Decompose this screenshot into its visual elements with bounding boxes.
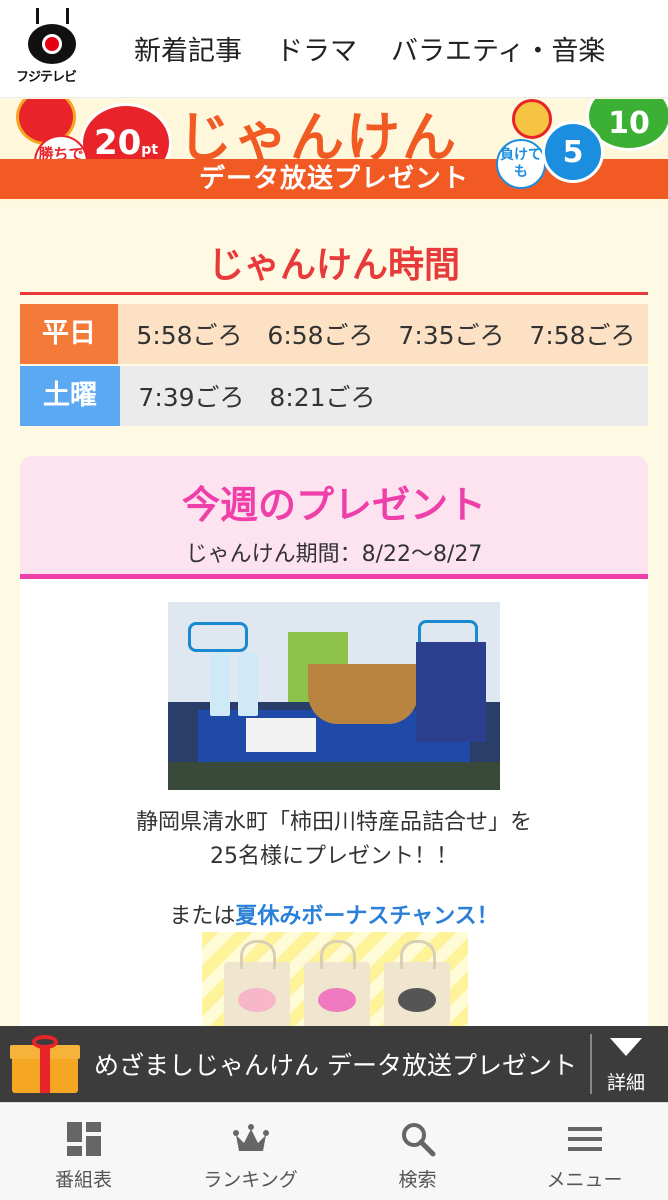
photo-cloth — [168, 762, 500, 790]
bonus-prefix: または — [169, 904, 236, 929]
present-title: 今週のプレゼント — [181, 483, 486, 527]
logo-text: フジテレビ — [16, 69, 77, 85]
logo-antenna-right — [66, 7, 69, 24]
tab-label: メニュー — [546, 1169, 623, 1191]
bonus-chance-link[interactable]: 夏休みボーナスチャンス！ — [235, 904, 498, 929]
logo-red-dot — [42, 33, 62, 54]
time-slot: 7:58ごろ — [529, 321, 636, 350]
water-bottle-icon — [210, 652, 230, 716]
present-period: じゃんけん期間：8/22〜8/27 — [185, 542, 483, 567]
notice-text: めざましじゃんけん データ放送プレゼント — [94, 1051, 577, 1080]
lose-points-badge: 5 — [542, 121, 604, 183]
tab-ranking[interactable]: ランキング — [167, 1103, 334, 1200]
present-description: 静岡県清水町「柿田川特産品詰合せ」を 25名様にプレゼント！！ — [20, 806, 648, 874]
janken-banner[interactable]: 20pt 勝ちで じゃんけん 10 データ放送プレゼント 負けても 5 — [0, 99, 668, 202]
present-notice-bar[interactable]: めざましじゃんけん データ放送プレゼント 詳細 — [0, 1026, 668, 1102]
present-card: 今週のプレゼント じゃんけん期間：8/22〜8/27 静岡県清水町「柿田川特産品… — [20, 456, 648, 1056]
coffee-bag-icon — [416, 642, 486, 742]
crown-icon — [233, 1124, 269, 1151]
gift-icon — [10, 1035, 80, 1093]
time-slot: 7:35ごろ — [398, 321, 505, 350]
schedule-divider — [20, 292, 648, 295]
notice-details-button[interactable]: 詳細 — [592, 1026, 660, 1102]
day-label-saturday: 土曜 — [20, 366, 120, 426]
tab-menu[interactable]: メニュー — [501, 1103, 668, 1200]
fuji-tv-logo[interactable]: フジテレビ — [0, 0, 100, 98]
nav-item-drama[interactable]: ドラマ — [276, 29, 357, 68]
present-description-line: 静岡県清水町「柿田川特産品詰合せ」を — [135, 810, 532, 835]
present-divider — [20, 574, 648, 579]
bonus-line: または夏休みボーナスチャンス！ — [20, 898, 648, 930]
bottom-tab-bar: 番組表 ランキング 検索 メニュー — [0, 1102, 668, 1200]
logo-antenna-left — [36, 7, 39, 24]
gift-box-icon — [280, 718, 316, 752]
gift-box-icon — [246, 718, 282, 752]
time-slot: 8:21ごろ — [269, 383, 376, 412]
grid-icon — [67, 1122, 101, 1156]
search-icon — [402, 1123, 436, 1157]
day-label-weekday: 平日 — [20, 304, 118, 364]
schedule-row-weekday: 平日 5:58ごろ 6:58ごろ 7:35ごろ 7:58ごろ — [20, 304, 648, 364]
water-bottle-icon — [238, 652, 258, 716]
time-slot: 7:39ごろ — [138, 383, 245, 412]
tab-label: 検索 — [398, 1169, 437, 1191]
menu-icon — [568, 1127, 602, 1151]
nav-item-variety-music[interactable]: バラエティ・音楽 — [391, 29, 605, 68]
top-nav: 新着記事 ドラマ バラエティ・音楽 — [100, 0, 605, 98]
tab-program-guide[interactable]: 番組表 — [0, 1103, 167, 1200]
time-slot: 6:58ごろ — [267, 321, 374, 350]
tab-label: 番組表 — [54, 1169, 112, 1191]
present-description-line: 25名様にプレゼント！！ — [210, 844, 458, 869]
notice-details-label: 詳細 — [606, 1072, 645, 1094]
time-slot: 5:58ごろ — [136, 321, 243, 350]
schedule-row-saturday: 土曜 7:39ごろ 8:21ごろ — [20, 366, 648, 426]
tab-search[interactable]: 検索 — [334, 1103, 501, 1200]
tab-label: ランキング — [203, 1169, 298, 1191]
schedule-title: じゃんけん時間 — [207, 245, 460, 286]
site-header: フジテレビ 新着記事 ドラマ バラエティ・音楽 — [0, 0, 668, 98]
mascot-right-icon — [512, 99, 552, 139]
present-photo — [168, 602, 500, 790]
nav-item-news[interactable]: 新着記事 — [134, 29, 242, 68]
basket-icon — [308, 664, 418, 724]
chevron-down-icon — [610, 1038, 642, 1056]
present-card-header: 今週のプレゼント じゃんけん期間：8/22〜8/27 — [20, 456, 648, 574]
lose-label-badge: 負けても — [496, 139, 546, 189]
